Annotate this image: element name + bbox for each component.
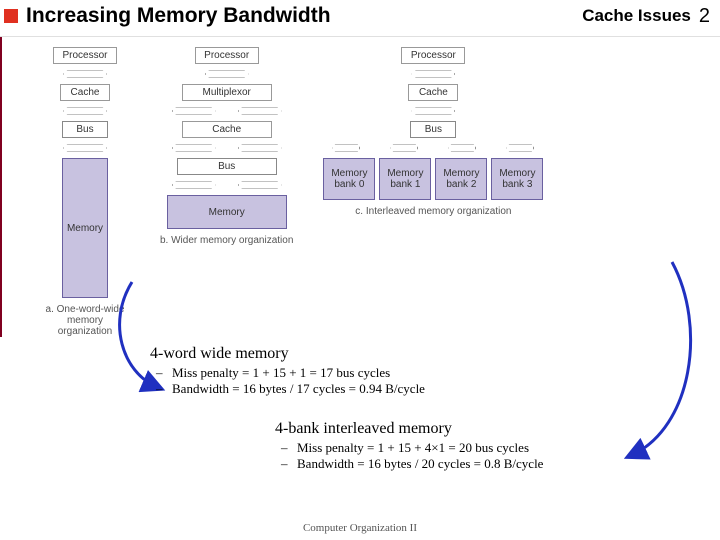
section-heading: 4-bank interleaved memory [275, 420, 695, 438]
diagram-c: Processor Cache Bus Memory bank 0 Memory… [323, 47, 543, 217]
bullet-item: Bandwidth = 16 bytes / 20 cycles = 0.8 B… [297, 456, 695, 472]
connector-icon [448, 144, 476, 151]
connector-icon [238, 181, 282, 188]
processor-box: Processor [401, 47, 465, 64]
diagram-a: Processor Cache Bus Memory a. One-word-w… [40, 47, 130, 337]
content-area: Processor Cache Bus Memory a. One-word-w… [0, 37, 720, 337]
section-heading: 4-word wide memory [150, 345, 590, 363]
diagram-caption: a. One-word-wide memory organization [40, 304, 130, 337]
connector-icon [63, 107, 107, 114]
bus-box: Bus [177, 158, 277, 175]
connector-icon [63, 70, 107, 77]
footer-text: Computer Organization II [0, 522, 720, 534]
cache-box: Cache [408, 84, 458, 101]
bus-box: Bus [62, 121, 108, 138]
connector-icon [205, 70, 249, 77]
page-number: 2 [699, 5, 710, 28]
connector-icon [238, 144, 282, 151]
cache-box: Cache [60, 84, 110, 101]
memory-bank: Memory bank 0 [323, 158, 375, 200]
title-bar: Increasing Memory Bandwidth Cache Issues… [0, 0, 720, 37]
connector-icon [238, 107, 282, 114]
connector-icon [411, 70, 455, 77]
page-title: Increasing Memory Bandwidth [26, 4, 582, 28]
connector-icon [332, 144, 360, 151]
connector-icon [411, 107, 455, 114]
bullet-item: Bandwidth = 16 bytes / 17 cycles = 0.94 … [172, 381, 590, 397]
diagram-row: Processor Cache Bus Memory a. One-word-w… [10, 43, 712, 337]
memory-box: Memory [167, 195, 287, 229]
memory-bank-row: Memory bank 0 Memory bank 1 Memory bank … [323, 158, 543, 200]
bus-box: Bus [410, 121, 456, 138]
diagram-caption: c. Interleaved memory organization [355, 206, 511, 217]
section-wide-memory: 4-word wide memory Miss penalty = 1 + 15… [150, 345, 590, 398]
memory-box: Memory [62, 158, 108, 298]
section-interleaved-memory: 4-bank interleaved memory Miss penalty =… [275, 420, 695, 473]
connector-icon [506, 144, 534, 151]
connector-icon [390, 144, 418, 151]
diagram-b: Processor Multiplexor Cache Bus Memory b… [160, 47, 293, 246]
header-right: Cache Issues 2 [582, 5, 710, 28]
multiplexor-box: Multiplexor [182, 84, 272, 101]
bullet-icon [4, 9, 18, 23]
processor-box: Processor [53, 47, 117, 64]
diagram-caption: b. Wider memory organization [160, 235, 293, 246]
bullet-item: Miss penalty = 1 + 15 + 4×1 = 20 bus cyc… [297, 440, 695, 456]
connector-icon [172, 181, 216, 188]
connector-icon [172, 144, 216, 151]
memory-bank: Memory bank 3 [491, 158, 543, 200]
connector-icon [172, 107, 216, 114]
topic-label: Cache Issues [582, 6, 691, 26]
memory-bank: Memory bank 2 [435, 158, 487, 200]
cache-box: Cache [182, 121, 272, 138]
processor-box: Processor [195, 47, 259, 64]
memory-bank: Memory bank 1 [379, 158, 431, 200]
connector-icon [63, 144, 107, 151]
bullet-item: Miss penalty = 1 + 15 + 1 = 17 bus cycle… [172, 365, 590, 381]
